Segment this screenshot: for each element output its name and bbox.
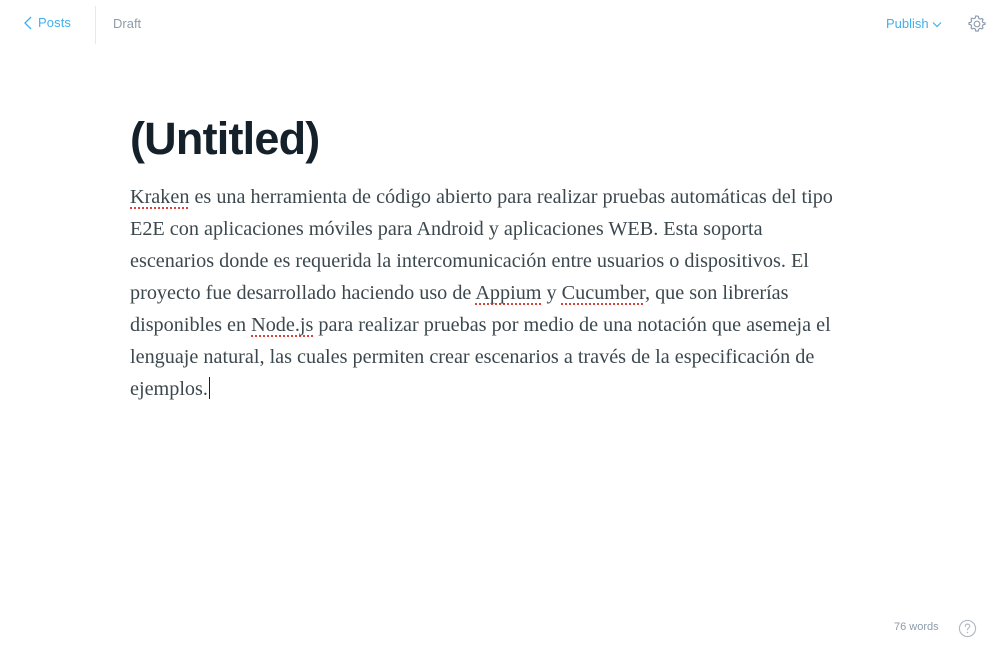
back-to-posts-link[interactable]: Posts [24,15,71,30]
word-count: 76 words [894,621,939,633]
chevron-down-icon [932,21,942,27]
body-text-segment: Cucumber [561,282,645,304]
text-cursor [208,377,210,399]
body-text-segment: Kraken [130,186,190,208]
publish-label: Publish [886,16,929,31]
gear-icon[interactable] [967,14,987,34]
body-text-segment: Node.js [251,314,314,336]
post-body-editor[interactable]: Kraken es una herramienta de código abie… [130,181,846,405]
post-title[interactable]: (Untitled) [130,112,850,166]
publish-menu-button[interactable]: Publish [886,16,942,31]
body-text-segment: y [541,282,562,304]
chevron-left-icon [24,16,32,29]
post-status: Draft [113,16,142,31]
body-text-segment: Appium [475,282,542,304]
header-divider [95,6,96,44]
back-link-label: Posts [38,15,72,30]
question-circle-icon[interactable] [958,619,977,638]
editor-header: Posts Draft Publish [0,0,1000,48]
